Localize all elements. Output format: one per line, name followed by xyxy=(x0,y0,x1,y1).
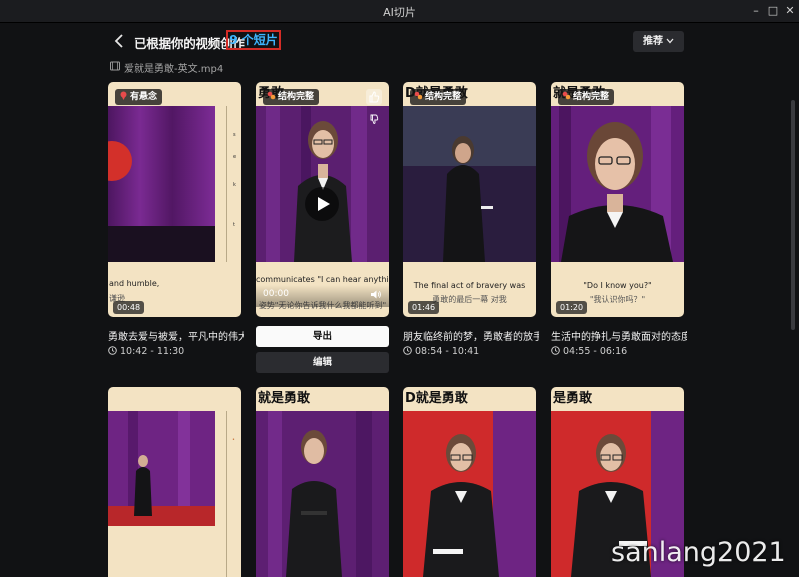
chevron-down-icon xyxy=(666,38,674,44)
clip-tag-label: 结构完整 xyxy=(425,92,462,102)
svg-text:k: k xyxy=(233,182,236,188)
thumbs-down-icon xyxy=(370,114,379,124)
video-thumbnail xyxy=(403,106,536,262)
clip-tag: 结构完整 xyxy=(263,89,320,105)
thumbs-up-icon xyxy=(369,91,380,103)
clip-tag: 有悬念 xyxy=(115,89,163,105)
clip-duration: 01:46 xyxy=(408,301,440,314)
clock-icon xyxy=(403,346,412,355)
clip-banner: D就是勇敢 xyxy=(405,391,468,406)
clip-card-4[interactable]: 就是勇敢 结构完整 "Do I know you?" "我认识你吗？" 01:2… xyxy=(551,82,684,317)
page-header: 已根据你的视频创作 9 个短片 推荐 xyxy=(0,22,799,62)
clip-time-1: 10:42 - 11:30 xyxy=(108,346,184,357)
clip-title-3[interactable]: 朋友临终前的梦，勇敢者的放手 xyxy=(403,328,539,343)
structure-icon xyxy=(562,91,571,100)
clock-icon xyxy=(108,346,117,355)
play-button[interactable] xyxy=(305,187,339,221)
structure-icon xyxy=(267,91,276,100)
video-thumbnail xyxy=(256,106,389,262)
scrollbar[interactable] xyxy=(791,100,795,330)
window-title: AI切片 xyxy=(383,6,416,19)
video-thumbnail xyxy=(403,411,536,577)
clip-card-6[interactable]: 就是勇敢 xyxy=(256,387,389,577)
clip-duration: 00:48 xyxy=(113,301,145,314)
video-file-icon xyxy=(110,61,120,71)
sort-label: 推荐 xyxy=(643,36,663,47)
svg-text:•: • xyxy=(232,437,235,443)
watermark: sanlang2021 xyxy=(611,537,786,568)
clip-duration: 01:20 xyxy=(556,301,588,314)
volume-icon[interactable] xyxy=(370,289,382,300)
clip-title-4[interactable]: 生活中的挣扎与勇敢面对的态度 xyxy=(551,328,687,343)
window-titlebar: AI切片 – □ ✕ xyxy=(0,0,799,23)
source-file-name: 爱就是勇敢-英文.mp4 xyxy=(124,64,224,75)
player-controls: 00:00 xyxy=(256,285,389,307)
subtitle-en: The final act of bravery was xyxy=(413,281,526,290)
pin-icon xyxy=(120,91,127,100)
clip-card-2[interactable]: 勇敢 结构完整 communicates "I can hear anythin… xyxy=(256,82,389,317)
clip-tag-label: 结构完整 xyxy=(573,92,610,102)
subtitle-en: communicates "I can hear anything you te… xyxy=(256,275,389,284)
subtitle-en: "Do I know you?" xyxy=(583,281,652,290)
svg-text:t: t xyxy=(233,222,235,228)
play-icon xyxy=(318,197,330,211)
clip-time-range: 04:55 - 06:16 xyxy=(563,346,628,357)
clip-title-1[interactable]: 勇敢去爱与被爱，平凡中的伟大 xyxy=(108,328,244,343)
maximize-button[interactable]: □ xyxy=(765,3,781,19)
clip-card-3[interactable]: D就是勇敢 结构完整 The final act of bravery was … xyxy=(403,82,536,317)
video-thumbnail xyxy=(256,411,389,577)
clip-time-4: 04:55 - 06:16 xyxy=(551,346,627,357)
close-window-button[interactable]: ✕ xyxy=(782,3,798,19)
clip-banner: 是勇敢 xyxy=(553,391,593,406)
clip-tag: 结构完整 xyxy=(558,89,615,105)
clip-count: 9 个短片 xyxy=(226,30,281,50)
sort-dropdown[interactable]: 推荐 xyxy=(633,31,684,52)
back-arrow-icon[interactable] xyxy=(112,32,128,50)
video-thumbnail: s e k t xyxy=(108,106,241,262)
svg-text:s: s xyxy=(233,132,236,138)
player-current-time: 00:00 xyxy=(263,289,289,299)
video-thumbnail: • xyxy=(108,411,241,577)
clip-card-5[interactable]: • xyxy=(108,387,241,577)
like-button[interactable] xyxy=(366,89,382,105)
clock-icon xyxy=(551,346,560,355)
dislike-button[interactable] xyxy=(368,111,380,124)
svg-text:e: e xyxy=(233,154,236,160)
clip-tag: 结构完整 xyxy=(410,89,467,105)
clip-tag-label: 结构完整 xyxy=(278,92,315,102)
export-button[interactable]: 导出 xyxy=(256,326,389,347)
video-thumbnail xyxy=(551,106,684,262)
edit-button[interactable]: 编辑 xyxy=(256,352,389,373)
clip-time-3: 08:54 - 10:41 xyxy=(403,346,479,357)
clip-time-range: 10:42 - 11:30 xyxy=(120,346,185,357)
clip-time-range: 08:54 - 10:41 xyxy=(415,346,480,357)
clip-card-1[interactable]: s e k t 有悬念 and humble, 谦逊 00:48 xyxy=(108,82,241,317)
clip-card-7[interactable]: D就是勇敢 xyxy=(403,387,536,577)
minimize-button[interactable]: – xyxy=(748,3,764,19)
structure-icon xyxy=(414,91,423,100)
clip-tag-label: 有悬念 xyxy=(130,92,158,102)
subtitle-en: and humble, xyxy=(109,279,160,288)
clip-banner: 就是勇敢 xyxy=(258,391,311,406)
